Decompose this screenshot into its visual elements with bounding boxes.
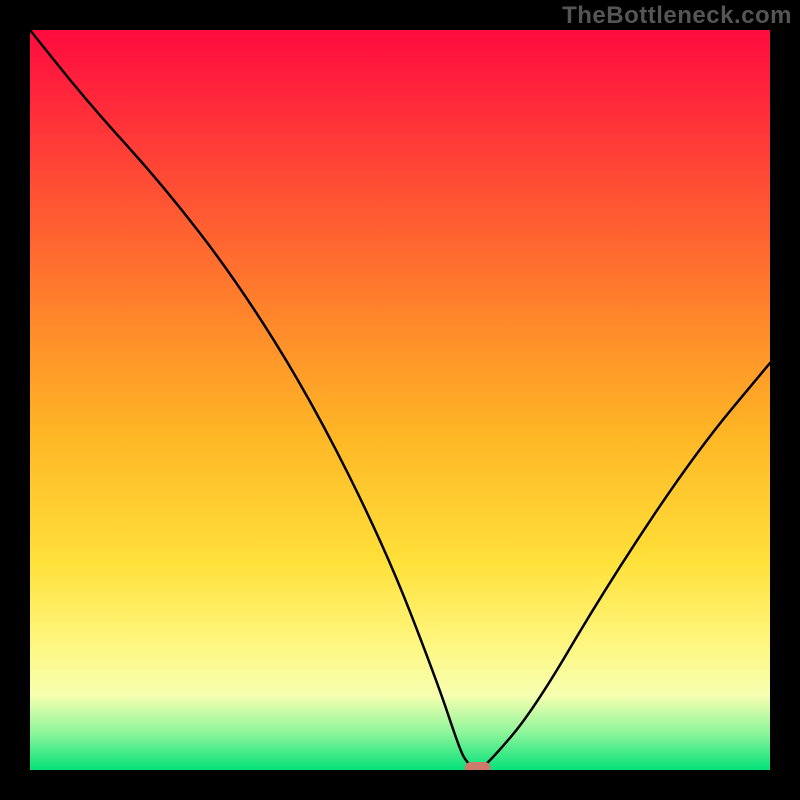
watermark-label: TheBottleneck.com [562,2,792,30]
curve-layer [30,30,770,770]
bottleneck-curve [30,30,770,768]
plot-area [30,30,770,770]
optimal-point-marker [465,762,491,770]
chart-frame: TheBottleneck.com [0,0,800,800]
